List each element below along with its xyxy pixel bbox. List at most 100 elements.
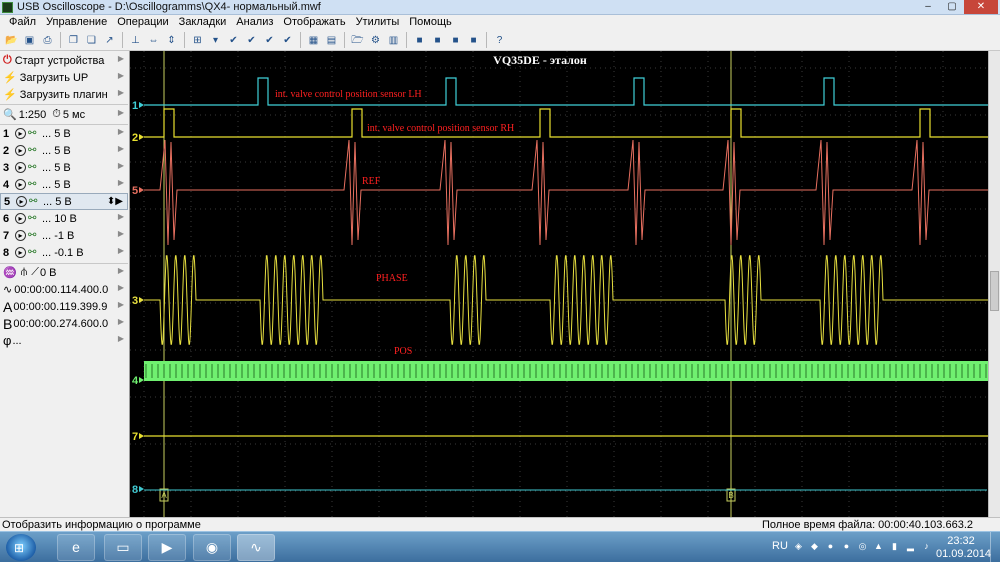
paste-icon[interactable]: ❏ bbox=[84, 33, 99, 48]
channel-marker-4[interactable]: 4 bbox=[132, 375, 139, 387]
channel-menu-icon[interactable]: ⬍▶ bbox=[107, 196, 123, 207]
menu-help[interactable]: Помощь bbox=[404, 15, 457, 30]
tray-icon-3[interactable]: ● bbox=[825, 541, 836, 552]
menu-analysis[interactable]: Анализ bbox=[231, 15, 278, 30]
grid2-icon[interactable]: ▤ bbox=[324, 33, 339, 48]
trace-ch5 bbox=[144, 139, 988, 246]
window-title: USB Oscilloscope - D:\Oscillogramms\QX4-… bbox=[17, 1, 321, 13]
tray-icon-1[interactable]: ◈ bbox=[793, 541, 804, 552]
taskbar: ⊞ e ▭ ▶ ◉ ∿ RU ◈ ◆ ● ● ◎ ▲ ▮ ▂ ♪ 23:32 0… bbox=[0, 531, 1000, 562]
clock[interactable]: 23:32 01.09.2014 bbox=[936, 535, 991, 561]
phase-row[interactable]: φ ... ▶ bbox=[0, 332, 128, 349]
stop-icon[interactable]: ■ bbox=[412, 33, 427, 48]
channel-row-4[interactable]: 4 ▸ ⚯ ... 5 В ▶ bbox=[0, 176, 128, 193]
channel-row-7[interactable]: 7 ▸ ⚯ ... -1 В ▶ bbox=[0, 227, 128, 244]
volume-icon[interactable]: ♪ bbox=[921, 541, 932, 552]
channel-row-1[interactable]: 1 ▸ ⚯ ... 5 В ▶ bbox=[0, 125, 128, 142]
trigger-row[interactable]: ♒ ⫛ ⟋ 0 В ▶ bbox=[0, 264, 128, 281]
folder-icon[interactable]: 🗁 bbox=[350, 33, 365, 48]
channel-marker-1[interactable]: 1 bbox=[132, 100, 138, 112]
channel-row-6[interactable]: 6 ▸ ⚯ ... 10 В ▶ bbox=[0, 210, 128, 227]
tray-icon-2[interactable]: ◆ bbox=[809, 541, 820, 552]
tray-icon-5[interactable]: ◎ bbox=[857, 541, 868, 552]
channel-marker-3[interactable]: 3 bbox=[132, 295, 138, 307]
toolbar-separator bbox=[122, 32, 123, 48]
oscilloscope-task-icon[interactable]: ∿ bbox=[237, 534, 275, 561]
battery-icon[interactable]: ▮ bbox=[889, 541, 900, 552]
export-icon[interactable]: ↗ bbox=[102, 33, 117, 48]
toolbar-separator bbox=[406, 32, 407, 48]
chevron-right-icon: ▶ bbox=[117, 144, 124, 153]
ie-icon[interactable]: e bbox=[57, 534, 95, 561]
cursor-t-row[interactable]: ∿ 00:00:00.114.400.0 ▶ bbox=[0, 281, 128, 298]
chrome-icon[interactable]: ◉ bbox=[193, 534, 231, 561]
check2-icon[interactable]: ✔ bbox=[244, 33, 259, 48]
channel-marker-5[interactable]: 5 bbox=[132, 185, 138, 197]
scope-canvas[interactable]: AB VQ35DE - эталон int. valve control po… bbox=[130, 51, 988, 517]
marker-icon[interactable]: ⊞ bbox=[190, 33, 205, 48]
settings-icon[interactable]: ⚙ bbox=[368, 33, 383, 48]
timebase-icon: ⏱ bbox=[52, 108, 61, 120]
label-lh: int. valve control position sensor LH bbox=[275, 89, 422, 100]
check3-icon[interactable]: ✔ bbox=[262, 33, 277, 48]
stop2-icon[interactable]: ■ bbox=[430, 33, 445, 48]
check4-icon[interactable]: ✔ bbox=[280, 33, 295, 48]
print-icon[interactable]: ⎙ bbox=[40, 33, 55, 48]
chevron-right-icon: ▶ bbox=[117, 246, 124, 255]
phi-value: ... bbox=[12, 334, 22, 347]
channel-scale: ... 10 В bbox=[42, 212, 77, 225]
start-device-button[interactable]: ⏻ Старт устройства ▶ bbox=[0, 52, 128, 69]
zoom-timebase-row[interactable]: 🔍 1:250 ⏱ 5 мс ▶ bbox=[0, 106, 128, 123]
menu-control[interactable]: Управление bbox=[41, 15, 112, 30]
menu-operations[interactable]: Операции bbox=[112, 15, 173, 30]
stop3-icon[interactable]: ■ bbox=[448, 33, 463, 48]
toolbar-separator bbox=[184, 32, 185, 48]
channel-marker-8[interactable]: 8 bbox=[132, 484, 138, 496]
stop4-icon[interactable]: ■ bbox=[466, 33, 481, 48]
explorer-icon[interactable]: ▭ bbox=[104, 534, 142, 561]
tray-icon-4[interactable]: ● bbox=[841, 541, 852, 552]
cursor-a-row[interactable]: A 00:00:00.119.399.9 ▶ bbox=[0, 298, 128, 315]
arrow-down-icon[interactable]: ▾ bbox=[208, 33, 223, 48]
zoom-value: 1:250 bbox=[18, 108, 47, 121]
load-plugin-button[interactable]: ⚡ Загрузить плагин ▶ bbox=[0, 86, 128, 103]
tray-icon-6[interactable]: ▲ bbox=[873, 541, 884, 552]
scrollbar-thumb[interactable] bbox=[990, 271, 999, 311]
zoom-icon[interactable]: ⇕ bbox=[164, 33, 179, 48]
cursor-icon[interactable]: ⇔ bbox=[146, 33, 161, 48]
language-indicator[interactable]: RU bbox=[772, 540, 788, 552]
network-icon[interactable]: ▂ bbox=[905, 541, 916, 552]
check-icon[interactable]: ✔ bbox=[226, 33, 241, 48]
media-player-icon[interactable]: ▶ bbox=[148, 534, 186, 561]
menu-view[interactable]: Отображать bbox=[278, 15, 350, 30]
scope-display[interactable]: AB VQ35DE - эталон int. valve control po… bbox=[130, 51, 988, 517]
load-up-button[interactable]: ⚡ Загрузить UP ▶ bbox=[0, 69, 128, 86]
toolbar-separator bbox=[300, 32, 301, 48]
layout-icon[interactable]: ▥ bbox=[386, 33, 401, 48]
copy-icon[interactable]: ❐ bbox=[66, 33, 81, 48]
toolbar-separator bbox=[344, 32, 345, 48]
channel-row-8[interactable]: 8 ▸ ⚯ ... -0.1 В ▶ bbox=[0, 244, 128, 261]
open-icon[interactable]: 📂 bbox=[4, 33, 19, 48]
close-button[interactable]: ✕ bbox=[964, 0, 998, 14]
minimize-button[interactable]: – bbox=[916, 0, 940, 14]
menu-file[interactable]: Файл bbox=[4, 15, 41, 30]
show-desktop-button[interactable] bbox=[990, 532, 1000, 562]
label-ref: REF bbox=[362, 176, 381, 187]
channel-row-2[interactable]: 2 ▸ ⚯ ... 5 В ▶ bbox=[0, 142, 128, 159]
channel-marker-7[interactable]: 7 bbox=[132, 431, 138, 443]
measure-icon[interactable]: ⊥ bbox=[128, 33, 143, 48]
channel-row-3[interactable]: 3 ▸ ⚯ ... 5 В ▶ bbox=[0, 159, 128, 176]
save-icon[interactable]: ▣ bbox=[22, 33, 37, 48]
channel-marker-2[interactable]: 2 bbox=[132, 132, 138, 144]
scope-grid: AB bbox=[130, 51, 988, 517]
menu-bookmarks[interactable]: Закладки bbox=[174, 15, 232, 30]
channel-circle-icon: ▸ bbox=[15, 213, 26, 224]
channel-row-5[interactable]: 5 ▸ ⚯ ... 5 В ⬍▶ bbox=[0, 193, 128, 210]
maximize-button[interactable]: ▢ bbox=[940, 0, 964, 14]
vertical-scrollbar[interactable] bbox=[988, 51, 1000, 517]
help-icon[interactable]: ? bbox=[492, 33, 507, 48]
menu-utilities[interactable]: Утилиты bbox=[351, 15, 405, 30]
grid-icon[interactable]: ▦ bbox=[306, 33, 321, 48]
cursor-b-row[interactable]: B 00:00:00.274.600.0 ▶ bbox=[0, 315, 128, 332]
